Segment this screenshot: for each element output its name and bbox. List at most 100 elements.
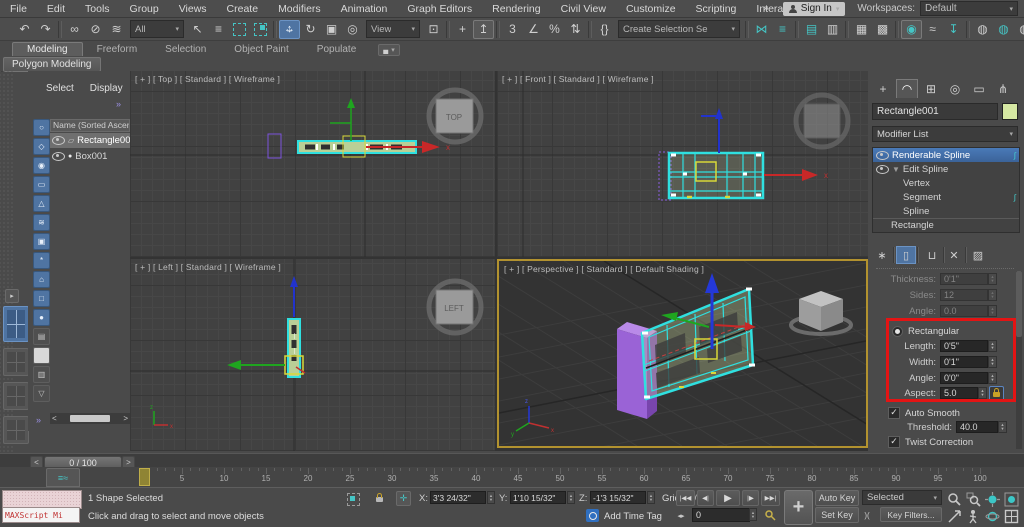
threshold-spinner[interactable]: ▲▼ <box>998 421 1007 433</box>
set-keys-button[interactable]: + <box>784 490 813 525</box>
viewport-top[interactable]: [ + ] [ Top ] [ Standard ] [ Wireframe ]… <box>130 71 495 257</box>
modifier-eye-icon[interactable] <box>876 165 889 174</box>
visibility-eye-icon[interactable] <box>52 152 65 161</box>
explorer-horizontal-scrollbar[interactable]: < > <box>50 413 130 424</box>
list-view-icon[interactable]: ▤ <box>33 328 50 345</box>
viewport-left-label[interactable]: [ + ] [ Left ] [ Standard ] [ Wireframe … <box>135 262 281 272</box>
viewport-layout-tab-3[interactable] <box>3 382 29 410</box>
selection-lock-toggle[interactable] <box>372 491 386 505</box>
menu-customize[interactable]: Customize <box>616 0 686 17</box>
aspect-field[interactable]: 5.0 <box>940 387 978 399</box>
edit-named-selection-sets-icon[interactable]: {} <box>594 20 615 39</box>
snaps-toggle-3d-icon[interactable]: 3 <box>502 20 523 39</box>
shapes-filter-icon[interactable]: ◇ <box>33 138 50 155</box>
maxscript-mini-listener-white[interactable]: MAXScript Mi <box>2 507 80 523</box>
ribbon-tab-modeling[interactable]: Modeling <box>12 42 83 56</box>
y-coord-spinner[interactable]: ▲▼ <box>567 491 575 504</box>
go-to-start-button[interactable]: |◀◀ <box>676 490 695 506</box>
frame-spinner[interactable]: ▲▼ <box>749 508 757 521</box>
explorer-row-box001[interactable]: ● Box001 <box>50 149 130 164</box>
window-crossing-toggle-icon[interactable] <box>250 20 271 39</box>
spinner-snap-icon[interactable]: ⇅ <box>565 20 586 39</box>
auto-key-button[interactable]: Auto Key <box>815 490 859 506</box>
viewport-layout-tab-quad[interactable] <box>3 306 29 342</box>
rectangle001-mesh[interactable] <box>642 289 755 399</box>
select-and-link-icon[interactable]: ∞ <box>64 20 85 39</box>
zoom-icon[interactable] <box>946 491 963 507</box>
mini-curve-editor-button[interactable]: ≡≈ <box>46 468 80 487</box>
stack-row-edit-spline[interactable]: ▼ Edit Spline <box>873 162 1019 176</box>
rendered-frame-window-icon[interactable]: ↧ <box>943 20 964 39</box>
toggle-scene-explorer-icon[interactable]: ▤ <box>801 20 822 39</box>
maximize-viewport-toggle-icon[interactable] <box>1003 508 1020 524</box>
material-editor-icon[interactable]: ◉ <box>901 20 922 39</box>
render-setup-icon[interactable]: ≈ <box>922 20 943 39</box>
key-step-toggle[interactable]: ◂▸ <box>674 509 688 523</box>
toggle-layer-explorer-icon[interactable]: ▥ <box>822 20 843 39</box>
render-in-cloud-icon[interactable]: ◍ <box>993 20 1014 39</box>
stack-row-rectangle[interactable]: Rectangle <box>873 218 1019 232</box>
bind-to-space-warp-icon[interactable]: ≋ <box>106 20 127 39</box>
rectangular-selection-region-icon[interactable] <box>229 20 250 39</box>
zoom-extents-icon[interactable] <box>984 491 1001 507</box>
object-name-field[interactable]: Rectangle001 <box>872 103 998 120</box>
modify-tab[interactable]: ◠ <box>896 79 918 98</box>
viewport-perspective[interactable]: [ + ] [ Perspective ] [ Standard ] [ Def… <box>497 259 868 448</box>
menu-tools[interactable]: Tools <box>75 0 120 17</box>
default-tangents-button[interactable]: )( <box>860 508 874 522</box>
explorer-overflow-chevron[interactable]: » <box>116 99 121 109</box>
explorer-bottom-chevron[interactable]: » <box>36 415 41 425</box>
use-pivot-point-center-icon[interactable]: ⊡ <box>423 20 444 39</box>
menu-scripting[interactable]: Scripting <box>686 0 747 17</box>
viewport-left-canvas[interactable]: LEFT z x <box>130 259 495 451</box>
explorer-row-rectangle001[interactable]: ▱ Rectangle001 <box>50 133 130 148</box>
zoom-extents-all-icon[interactable] <box>1003 491 1020 507</box>
geometry-filter-icon[interactable]: ○ <box>33 119 50 136</box>
param-rectangular[interactable]: Rectangular <box>868 324 1024 338</box>
bitmaps-filter-icon[interactable]: ▣ <box>33 233 50 250</box>
menu-animation[interactable]: Animation <box>331 0 398 17</box>
zoom-region-icon[interactable] <box>946 508 963 524</box>
scrollbar-thumb[interactable] <box>1016 271 1022 337</box>
auto-smooth-checkbox[interactable]: ✓ <box>888 407 900 419</box>
redo-icon[interactable]: ↷ <box>35 20 56 39</box>
add-time-tag-button[interactable]: Add Time Tag <box>604 511 662 522</box>
workspace-dropdown[interactable]: Default ▾ <box>920 1 1018 16</box>
quick-render-icon[interactable]: ◍ <box>1014 20 1024 39</box>
visibility-filter-icon[interactable]: ● <box>33 309 50 326</box>
ribbon-tab-populate[interactable]: Populate <box>303 43 370 56</box>
stack-row-renderable-spline[interactable]: Renderable Spline ∫ <box>873 148 1019 162</box>
angle-field[interactable]: 0'0" <box>940 372 988 384</box>
render-production-icon[interactable]: ◍ <box>972 20 993 39</box>
gizmo-z-axis[interactable] <box>701 116 719 153</box>
align-icon[interactable]: ≡ <box>772 20 793 39</box>
particles-filter-icon[interactable]: * <box>33 252 50 269</box>
curve-editor-icon[interactable]: ▦ <box>851 20 872 39</box>
viewport-top-canvas[interactable]: TOP x <box>130 71 495 257</box>
track-bar-ruler[interactable]: 5101520253035404550556065707580859095100 <box>140 467 1008 487</box>
width-spinner[interactable]: ▲▼ <box>988 356 997 368</box>
select-by-name-icon[interactable]: ≡ <box>208 20 229 39</box>
motion-tab[interactable]: ◎ <box>944 79 966 98</box>
modifier-list-dropdown[interactable]: Modifier List ▾ <box>872 126 1018 142</box>
helpers-filter-icon[interactable]: △ <box>33 195 50 212</box>
display-tab[interactable]: ▭ <box>968 79 990 98</box>
orbit-icon[interactable] <box>984 508 1001 524</box>
previous-frame-button[interactable]: ◀| <box>697 490 714 506</box>
key-filters-button[interactable]: Key Filters... <box>880 507 942 522</box>
utilities-tab[interactable]: ⋔ <box>992 79 1014 98</box>
sign-in-button[interactable]: Sign In ▾ <box>783 2 846 16</box>
time-tag-icon[interactable] <box>586 509 599 522</box>
remove-modifier-icon[interactable]: ✕ <box>944 246 964 264</box>
menu-graph-editors[interactable]: Graph Editors <box>397 0 482 17</box>
explorer-display-menu[interactable]: Display <box>90 83 123 94</box>
space-warps-filter-icon[interactable]: ≋ <box>33 214 50 231</box>
menu-rendering[interactable]: Rendering <box>482 0 550 17</box>
ribbon-tab-object-paint[interactable]: Object Paint <box>220 43 302 56</box>
filter-funnel-icon[interactable]: ▽ <box>33 385 50 402</box>
aspect-spinner[interactable]: ▲▼ <box>978 387 987 399</box>
twist-correction-checkbox[interactable]: ✓ <box>888 436 900 448</box>
menu-file[interactable]: File <box>0 0 37 17</box>
stack-row-vertex[interactable]: Vertex <box>873 176 1019 190</box>
viewcube-faded[interactable] <box>796 95 848 147</box>
